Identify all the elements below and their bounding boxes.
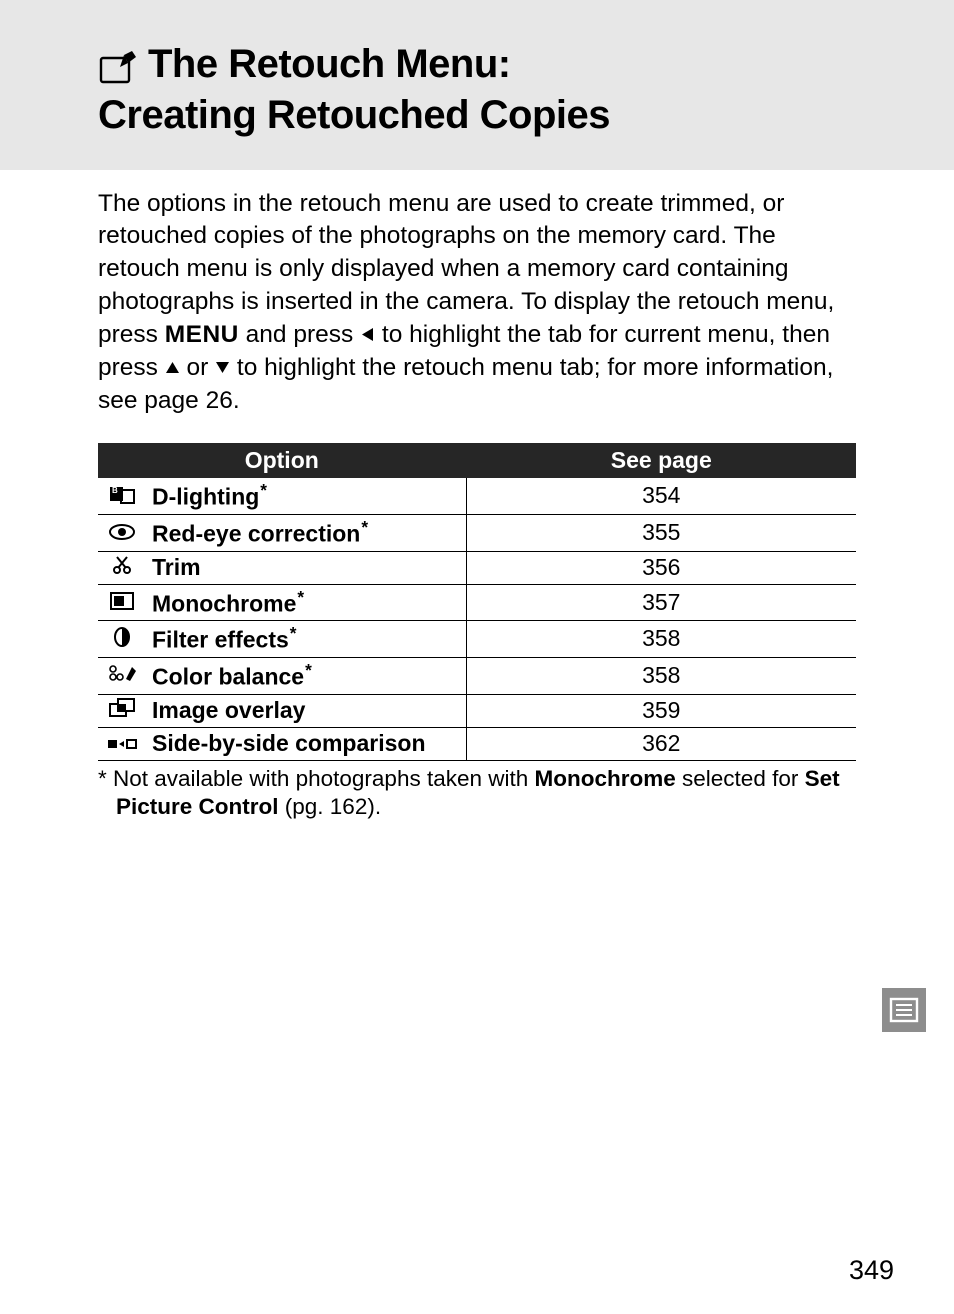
table-row: B D-lighting* 354 bbox=[98, 478, 856, 514]
row-page: 357 bbox=[466, 584, 856, 621]
row-page: 354 bbox=[466, 478, 856, 514]
side-tab-badge bbox=[882, 988, 926, 1032]
row-page: 355 bbox=[466, 515, 856, 552]
body: The options in the retouch menu are used… bbox=[0, 170, 954, 823]
retouch-icon bbox=[98, 42, 138, 91]
footnote: * Not available with photographs taken w… bbox=[98, 765, 856, 823]
asterisk: * bbox=[260, 480, 267, 500]
d-lighting-icon: B bbox=[109, 483, 135, 509]
table-row: Side-by-side comparison 362 bbox=[98, 727, 856, 760]
row-page: 356 bbox=[466, 551, 856, 584]
color-balance-icon bbox=[108, 662, 136, 688]
row-label: Side-by-side comparison bbox=[152, 730, 426, 756]
table-row: Trim 356 bbox=[98, 551, 856, 584]
row-label: Trim bbox=[152, 554, 201, 580]
table-row: Red-eye correction* 355 bbox=[98, 515, 856, 552]
asterisk: * bbox=[361, 517, 368, 537]
options-table: Option See page B D-lighting* 354 Red-ey… bbox=[98, 443, 856, 760]
footnote-mid: selected for bbox=[676, 766, 805, 791]
asterisk: * bbox=[297, 587, 304, 607]
row-page: 359 bbox=[466, 694, 856, 727]
table-row: Filter effects* 358 bbox=[98, 621, 856, 658]
trim-icon bbox=[112, 554, 132, 580]
overlay-icon bbox=[109, 697, 135, 723]
header-band: The Retouch Menu: Creating Retouched Cop… bbox=[0, 0, 954, 170]
page-number: 349 bbox=[849, 1255, 894, 1286]
intro-text-2: and press bbox=[239, 321, 360, 348]
menu-list-icon bbox=[889, 997, 919, 1023]
table-row: Monochrome* 357 bbox=[98, 584, 856, 621]
row-label: Monochrome bbox=[152, 590, 296, 616]
page-title: The Retouch Menu: Creating Retouched Cop… bbox=[98, 40, 894, 140]
intro-text-4: or bbox=[180, 354, 215, 381]
footnote-suffix: (pg. 162). bbox=[279, 794, 382, 819]
filter-icon bbox=[113, 626, 131, 652]
row-label: Image overlay bbox=[152, 697, 305, 723]
heading-line2: Creating Retouched Copies bbox=[98, 93, 610, 137]
heading-line1: The Retouch Menu: bbox=[148, 42, 511, 86]
row-label: Red-eye correction bbox=[152, 521, 360, 547]
asterisk: * bbox=[290, 623, 297, 643]
table-row: Image overlay 359 bbox=[98, 694, 856, 727]
footnote-bold-1: Monochrome bbox=[535, 766, 676, 791]
footnote-prefix: * Not available with photographs taken w… bbox=[98, 766, 535, 791]
down-arrow-icon bbox=[215, 352, 230, 385]
menu-button-text: MENU bbox=[165, 321, 239, 348]
red-eye-icon bbox=[109, 519, 135, 545]
row-label: Filter effects bbox=[152, 627, 289, 653]
monochrome-icon bbox=[110, 589, 134, 615]
th-page: See page bbox=[466, 443, 856, 478]
row-label: D-lighting bbox=[152, 484, 259, 510]
row-label: Color balance bbox=[152, 664, 304, 690]
asterisk: * bbox=[305, 660, 312, 680]
row-page: 358 bbox=[466, 658, 856, 695]
left-arrow-icon bbox=[360, 319, 375, 352]
th-option: Option bbox=[98, 443, 466, 478]
row-page: 358 bbox=[466, 621, 856, 658]
page: The Retouch Menu: Creating Retouched Cop… bbox=[0, 0, 954, 1314]
svg-text:B: B bbox=[112, 486, 118, 495]
up-arrow-icon bbox=[165, 352, 180, 385]
table-row: Color balance* 358 bbox=[98, 658, 856, 695]
intro-paragraph: The options in the retouch menu are used… bbox=[98, 188, 856, 418]
row-page: 362 bbox=[466, 727, 856, 760]
compare-icon bbox=[107, 730, 137, 756]
